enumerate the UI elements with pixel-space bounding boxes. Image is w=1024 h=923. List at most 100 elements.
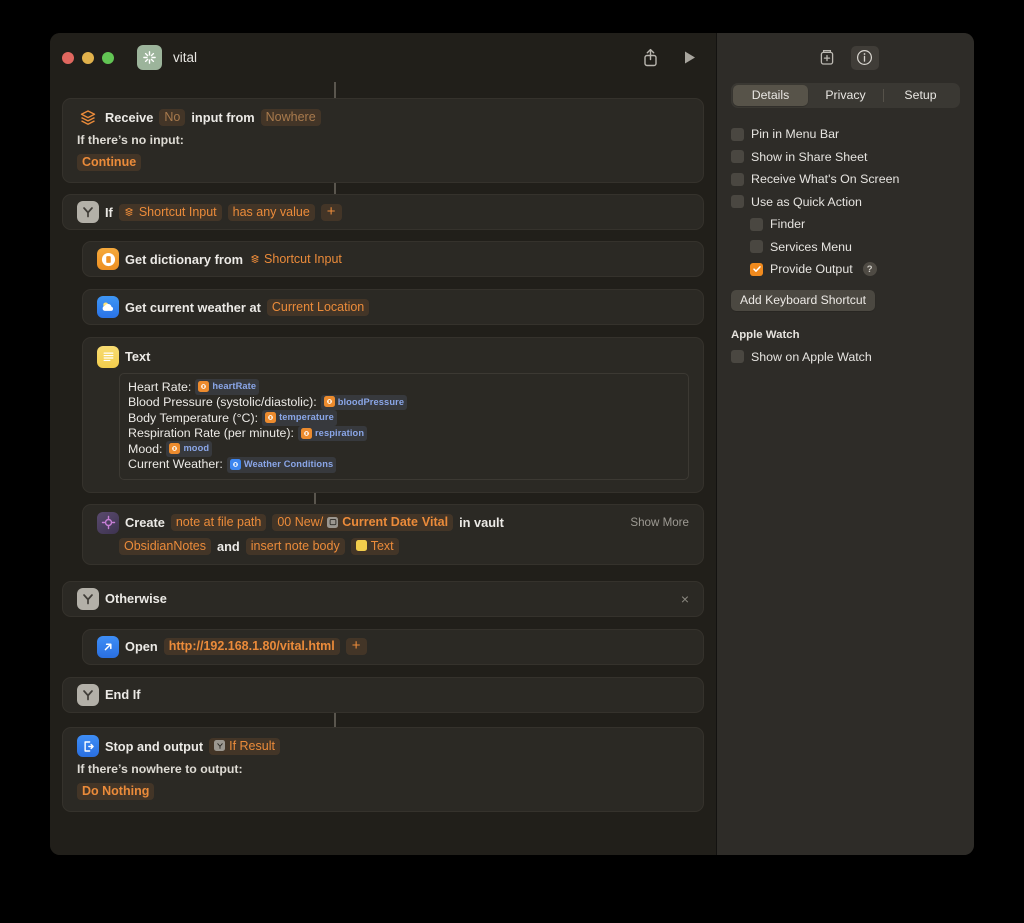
fallback-label: If there’s nowhere to output: <box>77 761 243 776</box>
action-end-if[interactable]: End If <box>62 676 704 713</box>
shortcut-options: Pin in Menu Bar Show in Share Sheet Receiv… <box>731 123 960 281</box>
text-line-label: Blood Pressure (systolic/diastolic): <box>128 395 317 410</box>
action-open-url[interactable]: Open http://192.168.1.80/vital.html + <box>82 628 704 665</box>
if-input-label: Shortcut Input <box>138 204 217 219</box>
action-receive-input[interactable]: Receive No input from Nowhere If there’s… <box>62 98 704 183</box>
action-otherwise[interactable]: Otherwise × <box>62 580 704 617</box>
if-input-chip[interactable]: Shortcut Input <box>118 203 222 221</box>
if-result-chip[interactable]: If Result <box>209 737 280 755</box>
checkbox[interactable] <box>750 240 763 254</box>
connector-line <box>334 183 336 194</box>
dictionary-input-chip[interactable]: Shortcut Input <box>249 252 342 266</box>
window-titlebar: vital <box>50 33 716 82</box>
text-content-editor[interactable]: Heart Rate: heartRate Blood Pressure (sys… <box>119 373 689 480</box>
variable-icon <box>323 396 335 408</box>
input-source-chip[interactable]: Nowhere <box>260 109 321 126</box>
share-button[interactable] <box>642 48 659 67</box>
add-condition-button[interactable]: + <box>320 203 342 221</box>
shortcut-name[interactable]: vital <box>173 50 197 65</box>
minimize-window-button[interactable] <box>82 51 94 64</box>
shortcut-editor-canvas: vital Receive No input from Nowhere If t… <box>50 33 716 855</box>
vault-chip[interactable]: ObsidianNotes <box>119 537 211 555</box>
variable-token[interactable]: temperature <box>262 410 337 426</box>
tab-details[interactable]: Details <box>733 85 808 106</box>
option-finder[interactable]: Finder <box>731 213 960 236</box>
text-var-icon <box>355 540 367 552</box>
option-show-in-share-sheet[interactable]: Show in Share Sheet <box>731 146 960 169</box>
weather-location-chip[interactable]: Current Location <box>266 298 370 316</box>
apple-watch-header: Apple Watch <box>731 328 800 341</box>
weather-icon <box>97 296 119 318</box>
insert-body-chip[interactable]: insert note body <box>245 537 345 555</box>
help-icon[interactable]: ? <box>862 262 877 277</box>
show-more-button[interactable]: Show More <box>630 516 689 529</box>
checkbox[interactable] <box>750 217 763 231</box>
fallback-chip[interactable]: Continue <box>77 154 142 171</box>
action-stop-and-output[interactable]: Stop and output If Result If there’s now… <box>62 726 704 812</box>
checkbox[interactable] <box>731 350 744 364</box>
action-label: If <box>105 204 113 220</box>
action-get-dictionary[interactable]: Get dictionary from Shortcut Input <box>82 241 704 277</box>
connector-line <box>334 712 336 727</box>
connector-line <box>314 492 316 504</box>
checkbox[interactable] <box>731 150 744 164</box>
option-label: Pin in Menu Bar <box>751 127 840 142</box>
option-pin-in-menu-bar[interactable]: Pin in Menu Bar <box>731 123 960 146</box>
add-keyboard-shortcut-button[interactable]: Add Keyboard Shortcut <box>731 289 876 311</box>
variable-token[interactable]: mood <box>166 441 213 457</box>
info-icon <box>856 49 873 66</box>
action-label: End If <box>105 687 141 703</box>
close-window-button[interactable] <box>62 51 74 64</box>
play-icon <box>685 51 695 64</box>
zoom-window-button[interactable] <box>102 51 114 64</box>
note-path-label-chip[interactable]: note at file path <box>170 514 267 532</box>
receive-fallback: If there’s no input: Continue <box>63 131 703 182</box>
option-label: Finder <box>770 217 806 232</box>
shortcut-app-icon[interactable] <box>137 45 162 70</box>
action-get-weather[interactable]: Get current weather at Current Location <box>82 289 704 325</box>
add-icon-button[interactable] <box>813 46 841 70</box>
sparkle-icon <box>143 51 156 64</box>
url-chip[interactable]: http://192.168.1.80/vital.html <box>163 638 340 656</box>
variable-token[interactable]: respiration <box>297 425 368 442</box>
option-services-menu[interactable]: Services Menu <box>731 236 960 259</box>
run-button[interactable] <box>683 50 696 65</box>
option-provide-output[interactable]: Provide Output? <box>731 258 960 281</box>
info-button[interactable] <box>850 45 879 70</box>
note-path-value-chip[interactable]: 00 New/ Current Date Vital <box>272 514 454 532</box>
tab-setup[interactable]: Setup <box>883 85 958 106</box>
input-type-chip[interactable]: No <box>159 109 186 126</box>
checkbox[interactable] <box>731 172 744 186</box>
variable-icon <box>300 427 312 439</box>
action-mid-text: input from <box>191 110 255 125</box>
variable-icon <box>169 443 181 455</box>
if-condition-chip[interactable]: has any value <box>227 203 315 221</box>
if-branch-icon <box>77 587 99 610</box>
text-line-label: Mood: <box>128 441 163 456</box>
variable-name: Weather Conditions <box>243 458 334 469</box>
close-icon[interactable]: × <box>681 592 689 606</box>
add-url-button[interactable]: + <box>345 638 367 656</box>
option-receive-what-s-on-screen[interactable]: Receive What's On Screen <box>731 168 960 191</box>
option-show-on-apple-watch[interactable]: Show on Apple Watch <box>731 346 960 369</box>
action-text[interactable]: Text Heart Rate: heartRate Blood Pressure… <box>82 337 704 493</box>
shortcut-input-icon <box>124 206 135 217</box>
fallback-chip[interactable]: Do Nothing <box>77 782 155 800</box>
titlebar-actions <box>642 48 702 67</box>
variable-name: heartRate <box>212 381 257 391</box>
checkbox[interactable] <box>731 195 744 209</box>
action-create-note[interactable]: Create note at file path 00 New/ Current… <box>82 503 704 565</box>
option-use-as-quick-action[interactable]: Use as Quick Action <box>731 191 960 214</box>
if-result-icon <box>214 740 226 752</box>
text-line: Heart Rate: heartRate <box>128 379 680 395</box>
variable-token[interactable]: heartRate <box>195 379 260 395</box>
note-body-var-chip[interactable]: Text <box>350 537 399 555</box>
action-if[interactable]: If Shortcut Input has any value + <box>62 194 704 230</box>
variable-token[interactable]: bloodPressure <box>320 394 408 411</box>
variable-token[interactable]: Weather Conditions <box>226 456 337 473</box>
checkbox[interactable] <box>731 127 744 141</box>
variable-icon <box>198 380 210 392</box>
tab-privacy[interactable]: Privacy <box>808 85 883 106</box>
checkbox[interactable] <box>750 262 763 276</box>
text-line-label: Respiration Rate (per minute): <box>128 426 294 441</box>
